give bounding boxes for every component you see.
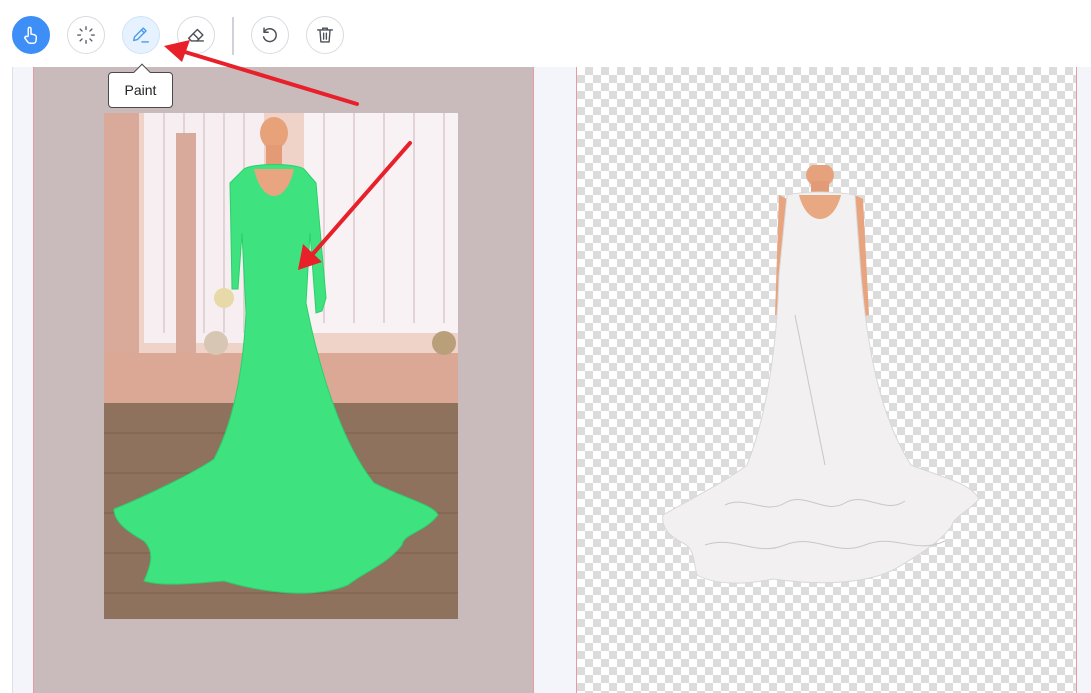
toolbar-divider: [232, 17, 234, 55]
eraser-tool-button[interactable]: [177, 16, 215, 54]
trash-icon: [316, 27, 334, 43]
delete-button[interactable]: [306, 16, 344, 54]
magic-wand-icon: [77, 26, 95, 44]
background-removed-result-image: [662, 165, 980, 584]
undo-button[interactable]: [251, 16, 289, 54]
hand-tool-button[interactable]: [12, 16, 50, 54]
magic-wand-tool-button[interactable]: [67, 16, 105, 54]
hand-pointer-icon: [24, 26, 38, 44]
eraser-icon: [187, 28, 205, 42]
toolbar: [0, 0, 1091, 67]
paint-tooltip: Paint: [108, 72, 173, 108]
original-photo-with-mask[interactable]: [104, 113, 458, 619]
pencil-icon: [132, 27, 150, 43]
paint-tool-button[interactable]: [122, 16, 160, 54]
undo-icon: [262, 27, 277, 43]
